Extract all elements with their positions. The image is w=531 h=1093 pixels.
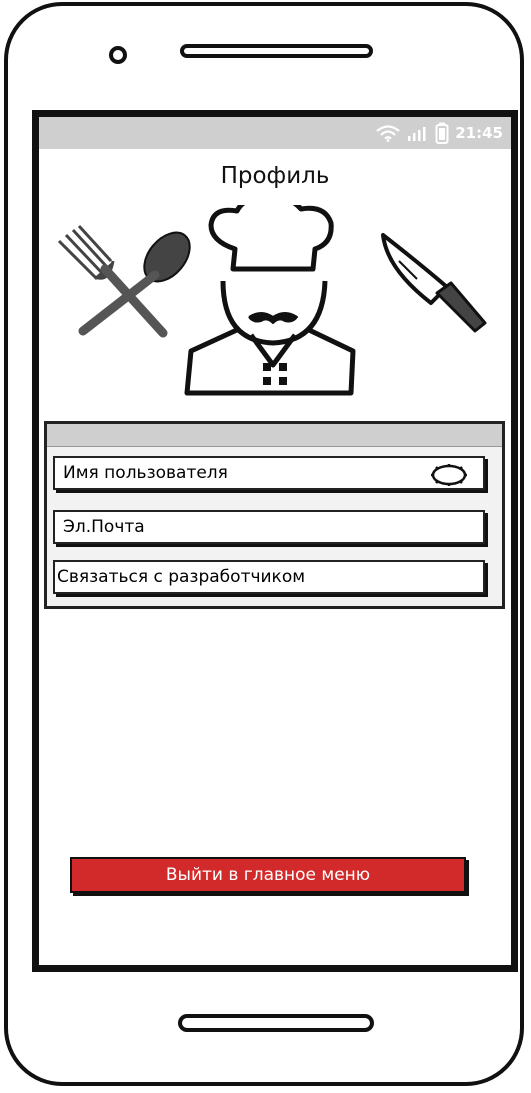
status-bar: 21:45 [39, 117, 511, 149]
status-time: 21:45 [455, 124, 503, 142]
battery-icon [435, 122, 449, 144]
home-button[interactable] [178, 1014, 374, 1032]
fork-spoon-icon [57, 224, 191, 338]
contact-developer-button[interactable]: Связаться с разработчиком [53, 560, 485, 594]
email-label: Эл.Почта [63, 517, 145, 537]
username-field[interactable]: Имя пользователя [53, 456, 485, 490]
signal-icon [408, 127, 426, 141]
email-field[interactable]: Эл.Почта [53, 510, 485, 544]
camera-icon [109, 46, 127, 64]
exit-to-main-menu-button[interactable]: Выйти в главное меню [70, 857, 466, 893]
panel-header [47, 424, 502, 447]
chef-icon [184, 205, 356, 396]
page-title: Профиль [220, 163, 330, 189]
gear-icon[interactable] [429, 464, 469, 486]
app-screen: 21:45 Профиль Имя пользователя Эл.Почта … [32, 110, 518, 972]
wifi-icon [376, 125, 400, 142]
exit-button-label: Выйти в главное меню [165, 865, 371, 885]
phone-frame: 21:45 Профиль Имя пользователя Эл.Почта … [4, 2, 524, 1086]
profile-illustration [57, 205, 487, 396]
status-icons: 21:45 [375, 117, 503, 149]
profile-settings-panel: Имя пользователя Эл.Почта Связаться с ра… [44, 421, 505, 609]
contact-developer-label: Связаться с разработчиком [57, 567, 306, 587]
speaker-grille [180, 44, 373, 58]
username-label: Имя пользователя [63, 463, 228, 483]
knife-icon [381, 233, 487, 333]
